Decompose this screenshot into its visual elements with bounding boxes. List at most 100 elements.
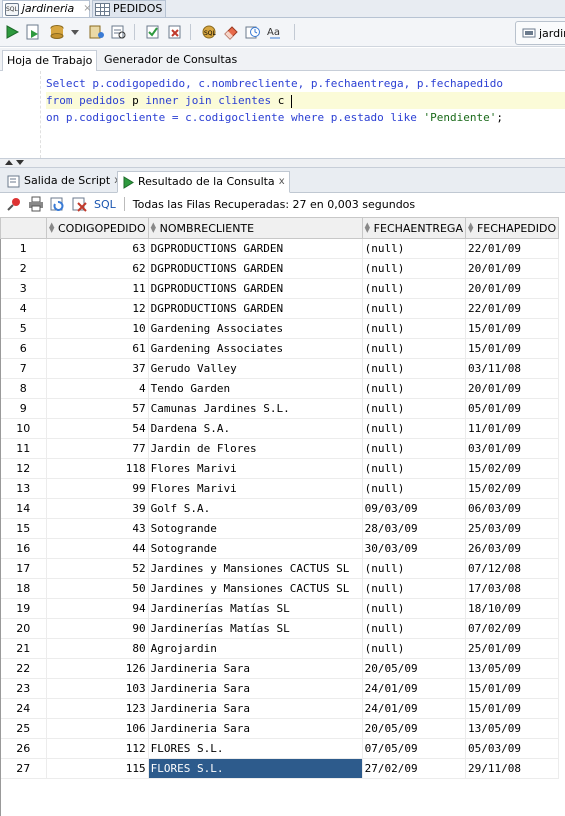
table-cell[interactable]: 37 xyxy=(46,358,149,379)
table-cell[interactable]: 17/03/08 xyxy=(465,578,560,599)
table-cell[interactable]: 25/03/09 xyxy=(465,518,560,539)
column-header-nombrecliente[interactable]: ▲ ▼ NOMBRECLIENTE xyxy=(147,217,363,239)
tab-generador-de-consultas[interactable]: Generador de Consultas xyxy=(100,50,241,70)
table-row[interactable]: 9 57 Camunas Jardines S.L. (null) 05/01/09 xyxy=(0,398,560,419)
table-row[interactable]: 2 62 DGPRODUCTIONS GARDEN (null) 20/01/09 xyxy=(0,258,560,279)
table-cell[interactable]: 90 xyxy=(46,618,149,639)
table-cell[interactable]: 44 xyxy=(46,538,149,559)
doc-tab-jardineria[interactable]: SQL jardineria × xyxy=(2,0,92,17)
table-cell[interactable]: Sotogrande xyxy=(148,518,363,539)
table-row[interactable]: 7 37 Gerudo Valley (null) 03/11/08 xyxy=(0,358,560,379)
table-cell[interactable]: 62 xyxy=(46,258,149,279)
table-row[interactable]: 24 123 Jardineria Sara 24/01/09 15/01/09 xyxy=(0,698,560,719)
table-cell[interactable]: 112 xyxy=(46,738,149,759)
table-cell[interactable]: 18/10/09 xyxy=(465,598,560,619)
table-cell[interactable]: Jardineria Sara xyxy=(148,718,363,739)
table-cell[interactable]: 11 xyxy=(46,278,149,299)
table-cell[interactable]: (null) xyxy=(362,578,466,599)
print-icon[interactable] xyxy=(28,196,44,212)
close-icon[interactable]: x xyxy=(279,172,285,192)
rollback-button[interactable] xyxy=(166,23,184,41)
close-icon[interactable]: × xyxy=(83,1,91,17)
table-cell[interactable]: 13/05/09 xyxy=(465,658,560,679)
history-button[interactable] xyxy=(244,23,262,41)
query-line-2[interactable]: from pedidos p inner join clientes c xyxy=(46,92,565,109)
table-cell[interactable]: Tendo Garden xyxy=(148,378,363,399)
table-cell[interactable]: Gardening Associates xyxy=(148,318,363,339)
table-row[interactable]: 3 11 DGPRODUCTIONS GARDEN (null) 20/01/09 xyxy=(0,278,560,299)
table-cell[interactable]: 05/03/09 xyxy=(465,738,560,759)
table-cell[interactable]: (null) xyxy=(362,458,466,479)
query-line-1[interactable]: Select p.codigopedido, c.nombrecliente, … xyxy=(46,75,503,92)
table-cell[interactable]: 54 xyxy=(46,418,149,439)
table-cell[interactable]: (null) xyxy=(362,278,466,299)
table-cell[interactable]: 20/05/09 xyxy=(362,658,466,679)
table-cell[interactable]: (null) xyxy=(362,358,466,379)
table-cell[interactable]: 05/01/09 xyxy=(465,398,560,419)
table-cell[interactable]: Jardin de Flores xyxy=(148,438,363,459)
table-cell[interactable]: 29/11/08 xyxy=(465,758,560,779)
table-cell[interactable]: 20/05/09 xyxy=(362,718,466,739)
table-cell[interactable]: 4 xyxy=(46,378,149,399)
table-cell[interactable]: (null) xyxy=(362,618,466,639)
table-cell[interactable]: 20/01/09 xyxy=(465,278,560,299)
column-header-fechaentrega[interactable]: ▲ ▼ FECHAENTREGA xyxy=(361,217,466,239)
table-row[interactable]: 13 99 Flores Marivi (null) 15/02/09 xyxy=(0,478,560,499)
table-cell[interactable]: 07/12/08 xyxy=(465,558,560,579)
table-cell[interactable]: 115 xyxy=(46,758,149,779)
table-cell[interactable]: (null) xyxy=(362,558,466,579)
table-cell[interactable]: 09/03/09 xyxy=(362,498,466,519)
table-row[interactable]: 18 50 Jardines y Mansiones CACTUS SL (null)… xyxy=(0,578,560,599)
table-row[interactable]: 27 115 FLORES S.L. 27/02/09 29/11/08 xyxy=(0,758,560,779)
table-cell[interactable]: DGPRODUCTIONS GARDEN xyxy=(148,298,363,319)
run-script-button[interactable] xyxy=(24,23,42,41)
table-row[interactable]: 10 54 Dardena S.A. (null) 11/01/09 xyxy=(0,418,560,439)
table-row[interactable]: 23 103 Jardineria Sara 24/01/09 15/01/09 xyxy=(0,678,560,699)
table-cell[interactable]: (null) xyxy=(362,418,466,439)
table-cell[interactable]: 20/01/09 xyxy=(465,378,560,399)
table-cell[interactable]: 22/01/09 xyxy=(465,238,560,259)
column-header-fechapedido[interactable]: ▲ ▼ FECHAPEDIDO xyxy=(464,217,560,239)
table-cell[interactable]: (null) xyxy=(362,438,466,459)
table-cell[interactable]: Jardinerías Matías SL xyxy=(148,618,363,639)
table-cell[interactable]: Jardinerías Matías SL xyxy=(148,598,363,619)
table-row[interactable]: 15 43 Sotogrande 28/03/09 25/03/09 xyxy=(0,518,560,539)
table-cell[interactable]: 103 xyxy=(46,678,149,699)
tab-salida-de-script[interactable]: Salida de Script x xyxy=(3,171,124,191)
table-cell[interactable]: 15/01/09 xyxy=(465,318,560,339)
table-cell[interactable]: 80 xyxy=(46,638,149,659)
table-cell[interactable]: Dardena S.A. xyxy=(148,418,363,439)
table-row[interactable]: 4 12 DGPRODUCTIONS GARDEN (null) 22/01/09 xyxy=(0,298,560,319)
tab-resultado-de-la-consulta[interactable]: Resultado de la Consulta x xyxy=(117,171,290,193)
table-cell[interactable]: 50 xyxy=(46,578,149,599)
table-cell[interactable]: 61 xyxy=(46,338,149,359)
table-cell[interactable]: 63 xyxy=(46,238,149,259)
table-cell[interactable]: Golf S.A. xyxy=(148,498,363,519)
table-cell[interactable]: 03/11/08 xyxy=(465,358,560,379)
table-cell[interactable]: Flores Marivi xyxy=(148,458,363,479)
table-cell[interactable]: (null) xyxy=(362,298,466,319)
table-cell[interactable]: 77 xyxy=(46,438,149,459)
table-row[interactable]: 20 90 Jardinerías Matías SL (null) 07/02/09 xyxy=(0,618,560,639)
table-row[interactable]: 5 10 Gardening Associates (null) 15/01/09 xyxy=(0,318,560,339)
pin-icon[interactable] xyxy=(6,196,22,212)
table-cell[interactable]: 126 xyxy=(46,658,149,679)
table-cell[interactable]: 26/03/09 xyxy=(465,538,560,559)
table-cell[interactable]: 24/01/09 xyxy=(362,678,466,699)
table-cell[interactable]: 106 xyxy=(46,718,149,739)
table-cell[interactable]: (null) xyxy=(362,318,466,339)
table-cell[interactable]: Gerudo Valley xyxy=(148,358,363,379)
table-cell[interactable]: 123 xyxy=(46,698,149,719)
table-cell[interactable]: 43 xyxy=(46,518,149,539)
table-cell[interactable]: Sotogrande xyxy=(148,538,363,559)
table-cell[interactable]: Agrojardin xyxy=(148,638,363,659)
table-cell[interactable]: Gardening Associates xyxy=(148,338,363,359)
refresh-icon[interactable] xyxy=(50,196,66,212)
table-cell[interactable]: Camunas Jardines S.L. xyxy=(148,398,363,419)
table-row[interactable]: 1 63 DGPRODUCTIONS GARDEN (null) 22/01/09 xyxy=(0,238,560,259)
table-cell[interactable]: 22/01/09 xyxy=(465,298,560,319)
table-cell[interactable]: (null) xyxy=(362,398,466,419)
table-cell[interactable]: 03/01/09 xyxy=(465,438,560,459)
table-cell[interactable]: FLORES S.L. xyxy=(148,758,363,779)
table-cell[interactable]: 118 xyxy=(46,458,149,479)
